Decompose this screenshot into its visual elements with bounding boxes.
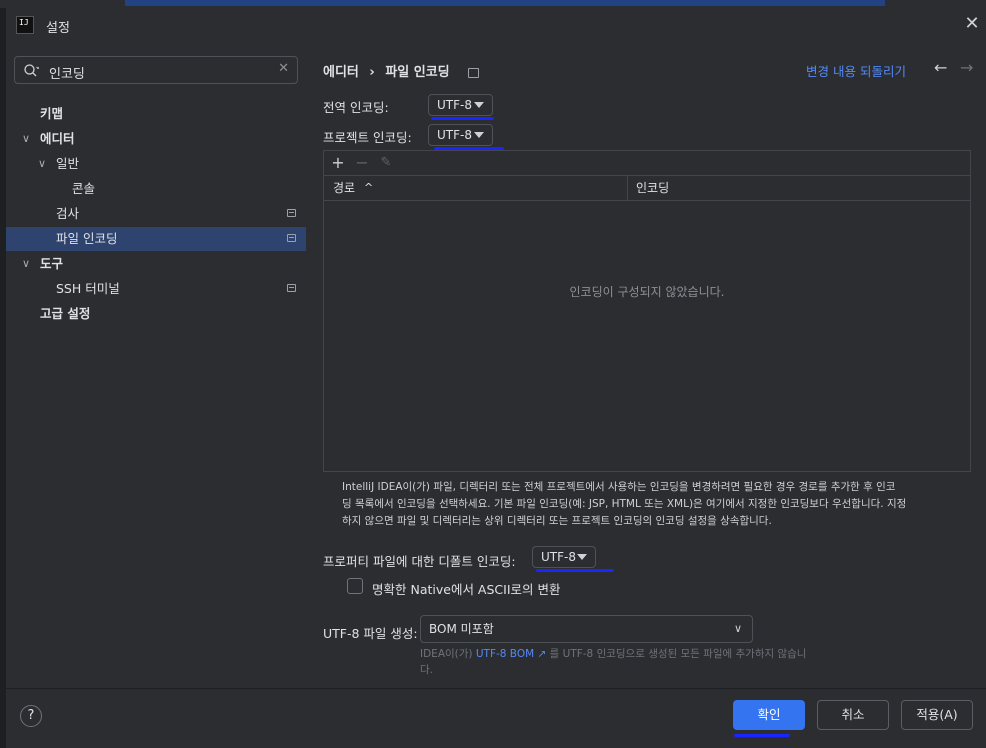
back-arrow-icon[interactable]: ←: [934, 58, 947, 77]
chevron-down-icon[interactable]: ∨: [22, 127, 30, 151]
sidebar-item-inspections[interactable]: 검사: [6, 202, 306, 226]
dropdown-arrow-icon: [474, 102, 484, 108]
bom-hint: IDEA이(가) UTF-8 BOM ↗ 를 UTF-8 인코딩으로 생성된 모…: [420, 646, 860, 678]
table-header: 경로 ^ 인코딩: [324, 176, 970, 201]
sidebar-item-keymap[interactable]: 키맵: [6, 102, 306, 126]
breadcrumb-parent[interactable]: 에디터: [323, 65, 359, 80]
search-value: 인코딩: [49, 67, 85, 82]
properties-encoding-value: UTF-8: [541, 550, 576, 564]
background-selection: [125, 0, 885, 6]
page-title: 파일 인코딩: [385, 65, 450, 80]
empty-table-message: 인코딩이 구성되지 않았습니다.: [569, 285, 725, 299]
annotation-underline: [431, 117, 494, 120]
utf8-bom-link[interactable]: UTF-8 BOM ↗: [476, 648, 546, 660]
sidebar-item-advanced-settings[interactable]: 고급 설정: [6, 302, 306, 326]
annotation-underline: [536, 569, 614, 572]
help-icon[interactable]: ?: [20, 705, 42, 727]
clear-search-icon[interactable]: ✕: [278, 61, 289, 76]
bom-label: UTF-8 파일 생성:: [323, 626, 418, 641]
search-input[interactable]: 인코딩 ✕: [14, 56, 298, 84]
global-encoding-dropdown[interactable]: UTF-8: [428, 94, 493, 116]
ok-button[interactable]: 확인: [733, 700, 805, 730]
add-icon[interactable]: +: [328, 153, 348, 173]
native-to-ascii-label[interactable]: 명확한 Native에서 ASCII로의 변환: [372, 579, 560, 598]
apply-button[interactable]: 적용(A): [901, 700, 973, 730]
bom-dropdown[interactable]: BOM 미포함 ∨: [420, 615, 753, 643]
edit-icon[interactable]: ✎: [376, 153, 396, 173]
global-encoding-label: 전역 인코딩:: [323, 100, 389, 115]
sidebar-item-ssh-terminal[interactable]: SSH 터미널: [6, 277, 306, 301]
search-icon: [24, 64, 39, 77]
intellij-app-icon: IJ: [16, 16, 34, 34]
project-encoding-value: UTF-8: [437, 128, 472, 142]
sidebar-item-label: 콘솔: [72, 181, 96, 196]
project-scope-icon: [287, 234, 296, 242]
bom-hint-suffix: 를 UTF-8 인코딩으로 생성된 모든 파일에 추가하지 않습니: [546, 648, 807, 660]
chevron-down-icon[interactable]: ∨: [22, 252, 30, 276]
sidebar-item-label: 파일 인코딩: [56, 231, 118, 246]
dropdown-arrow-icon: [577, 554, 587, 560]
sidebar-item-tools[interactable]: ∨ 도구: [6, 252, 306, 276]
sidebar-item-label: 검사: [56, 206, 80, 221]
sort-ascending-icon[interactable]: ^: [364, 176, 373, 200]
breadcrumb: 에디터 › 파일 인코딩: [323, 61, 485, 80]
global-encoding-value: UTF-8: [437, 98, 472, 112]
dropdown-arrow-icon: [474, 132, 484, 138]
project-scope-icon: [287, 209, 296, 217]
description-line: IntelliJ IDEA이(가) 파일, 디렉터리 또는 전체 프로젝트에서 …: [342, 481, 896, 493]
forward-arrow-icon[interactable]: →: [960, 58, 973, 77]
project-scope-icon: [468, 67, 480, 78]
properties-encoding-label: 프로퍼티 파일에 대한 디폴트 인코딩:: [323, 554, 516, 569]
sidebar-item-label: 일반: [56, 156, 80, 171]
sidebar-item-label: 도구: [40, 256, 64, 271]
chevron-down-icon[interactable]: ∨: [38, 152, 46, 176]
chevron-down-icon: ∨: [733, 622, 742, 635]
sidebar-item-editor[interactable]: ∨ 에디터: [6, 127, 306, 151]
dialog-title: 설정: [46, 21, 70, 36]
project-scope-icon: [287, 284, 296, 292]
settings-sidebar: 인코딩 ✕ 키맵 ∨ 에디터 ∨ 일반 콘솔 검사 파일 인코딩 ∨ 도구 SS…: [6, 42, 306, 688]
encoding-mapping-table: + − ✎ 경로 ^ 인코딩 인코딩이 구성되지 않았습니다.: [323, 150, 971, 472]
description-line: 하지 않으면 파일 및 디렉터리는 상위 디렉터리 또는 프로젝트 인코딩의 인…: [342, 515, 772, 527]
file-encoding-description: IntelliJ IDEA이(가) 파일, 디렉터리 또는 전체 프로젝트에서 …: [342, 479, 972, 530]
bom-value: BOM 미포함: [429, 622, 494, 636]
settings-content: 에디터 › 파일 인코딩 변경 내용 되돌리기 ← → 전역 인코딩: UTF-…: [306, 42, 986, 688]
sidebar-item-label: SSH 터미널: [56, 281, 120, 296]
bom-hint-prefix: IDEA이(가): [420, 648, 476, 660]
reset-changes-link[interactable]: 변경 내용 되돌리기: [806, 61, 906, 80]
native-to-ascii-checkbox[interactable]: [347, 578, 363, 594]
column-header-path[interactable]: 경로: [333, 176, 355, 200]
sidebar-item-console[interactable]: 콘솔: [6, 177, 306, 201]
sidebar-item-general[interactable]: ∨ 일반: [6, 152, 306, 176]
cancel-button[interactable]: 취소: [817, 700, 889, 730]
breadcrumb-separator: ›: [369, 65, 375, 80]
bom-hint-line2: 다.: [420, 664, 433, 676]
column-header-encoding[interactable]: 인코딩: [636, 176, 669, 200]
settings-dialog: IJ 설정 ✕ 인코딩 ✕ 키맵 ∨ 에디터 ∨ 일반 콘솔 검사 파일 인코딩: [6, 8, 986, 748]
title-bar: IJ 설정 ✕: [6, 8, 986, 42]
background-window-strip: [0, 0, 986, 8]
dialog-footer: ? 확인 취소 적용(A): [6, 688, 986, 748]
properties-encoding-dropdown[interactable]: UTF-8: [532, 546, 596, 568]
table-toolbar: + − ✎: [324, 151, 970, 176]
sidebar-item-label: 키맵: [40, 106, 64, 121]
project-encoding-label: 프로젝트 인코딩:: [323, 130, 412, 145]
description-line: 딩 목록에서 인코딩을 선택하세요. 기본 파일 인코딩(예: JSP, HTM…: [342, 498, 907, 510]
project-encoding-dropdown[interactable]: UTF-8: [428, 124, 493, 146]
sidebar-item-file-encodings[interactable]: 파일 인코딩: [6, 227, 306, 251]
sidebar-item-label: 에디터: [40, 131, 75, 146]
column-divider[interactable]: [627, 176, 628, 200]
annotation-underline: [734, 734, 790, 737]
remove-icon[interactable]: −: [352, 153, 372, 173]
close-icon[interactable]: ✕: [962, 14, 982, 34]
sidebar-item-label: 고급 설정: [40, 306, 91, 321]
